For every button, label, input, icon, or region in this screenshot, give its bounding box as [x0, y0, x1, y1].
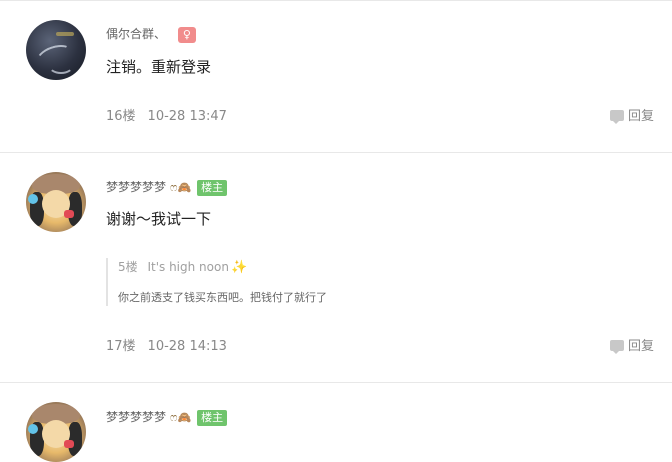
timestamp: 10-28 14:13 — [147, 339, 227, 354]
comment-icon — [609, 340, 624, 354]
post-content: 谢谢～我试一下 — [106, 210, 212, 228]
post-meta: 16楼 10-28 13:47 — [106, 105, 227, 124]
avatar[interactable] — [26, 402, 86, 462]
divider — [0, 0, 672, 1]
monkey-emoji-icon: ෆ🙈 — [170, 410, 192, 424]
timestamp: 10-28 13:47 — [147, 109, 227, 124]
op-badge: 楼主 — [197, 409, 228, 426]
female-icon: ♀ — [177, 26, 196, 43]
reply-label: 回复 — [627, 339, 654, 354]
quote-author[interactable]: It's high noon — [147, 260, 228, 274]
monkey-emoji-icon: ෆ🙈 — [170, 180, 192, 194]
username-text[interactable]: 梦梦梦梦梦 — [106, 180, 166, 194]
quoted-reply[interactable]: 5楼 It's high noon ✨ 你之前透支了钱买东西吧。把钱付了就行了 — [106, 258, 638, 306]
comment-icon — [609, 110, 624, 124]
floor-number: 16楼 — [106, 109, 136, 124]
quote-floor: 5楼 — [118, 260, 138, 274]
quote-text: 你之前透支了钱买东西吧。把钱付了就行了 — [118, 291, 327, 304]
avatar[interactable] — [26, 20, 86, 80]
floor-number: 17楼 — [106, 339, 136, 354]
reply-button[interactable]: 回复 — [609, 105, 654, 124]
username[interactable]: 梦梦梦梦梦 ෆ🙈 楼主 — [106, 178, 228, 196]
divider — [0, 382, 672, 383]
divider — [0, 152, 672, 153]
username[interactable]: 偶尔合群、 ♀ — [106, 25, 196, 43]
sparkle-icon: ✨ — [230, 260, 248, 275]
reply-label: 回复 — [627, 109, 654, 124]
username[interactable]: 梦梦梦梦梦 ෆ🙈 楼主 — [106, 408, 228, 426]
username-text[interactable]: 梦梦梦梦梦 — [106, 410, 166, 424]
quote-header: 5楼 It's high noon ✨ — [118, 258, 638, 275]
op-badge: 楼主 — [197, 179, 228, 196]
post-meta: 17楼 10-28 14:13 — [106, 335, 227, 354]
post-content: 注销。重新登录 — [106, 58, 212, 76]
username-text[interactable]: 偶尔合群、 — [106, 27, 166, 41]
reply-button[interactable]: 回复 — [609, 335, 654, 354]
avatar[interactable] — [26, 172, 86, 232]
